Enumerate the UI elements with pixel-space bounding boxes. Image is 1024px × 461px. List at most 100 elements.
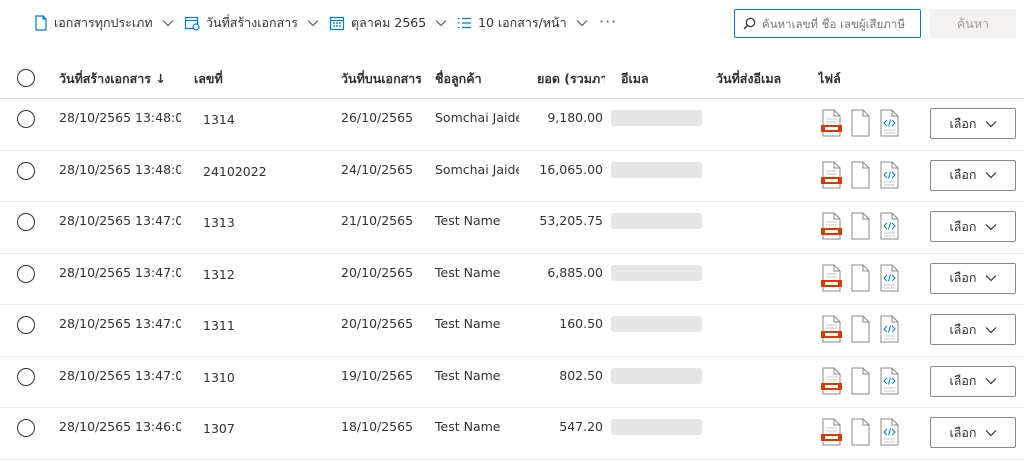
pdf-file-icon[interactable] — [820, 418, 843, 446]
chevron-down-icon — [162, 20, 174, 27]
pdf-file-icon[interactable] — [820, 161, 843, 189]
document-file-icon[interactable] — [849, 264, 872, 292]
select-action-button[interactable]: เลือก — [930, 108, 1016, 139]
select-button-label: เลือก — [949, 321, 977, 337]
cell-number: 1310 — [203, 369, 235, 385]
month-filter[interactable]: ตุลาคม 2565 — [329, 12, 447, 34]
email-placeholder — [611, 161, 702, 178]
cell-number: 1314 — [203, 112, 235, 127]
column-header-customer[interactable]: ชื่อลูกค้า — [435, 69, 482, 89]
search-button[interactable]: ค้นหา — [930, 9, 1016, 38]
document-file-icon[interactable] — [849, 212, 872, 240]
documents-table: วันที่สร้างเอกสาร ↓ เลขที่ วันที่บนเอกสา… — [0, 58, 1024, 460]
search-icon — [743, 17, 756, 30]
select-action-button[interactable]: เลือก — [930, 159, 1016, 191]
select-action-button[interactable]: เลือก — [930, 211, 1016, 242]
cell-total: 802.50 — [559, 367, 603, 383]
document-file-icon[interactable] — [849, 367, 872, 395]
select-action-button[interactable]: เลือก — [930, 262, 1016, 294]
row-select-radio[interactable] — [17, 161, 35, 180]
file-links — [820, 264, 901, 292]
chevron-down-icon — [985, 172, 996, 179]
xml-file-icon[interactable] — [878, 418, 901, 446]
document-file-icon[interactable] — [849, 315, 872, 343]
cell-total: 6,885.00 — [547, 264, 603, 280]
more-options-button[interactable]: ··· — [599, 12, 617, 31]
pdf-file-icon[interactable] — [820, 367, 843, 395]
select-button-label: เลือก — [949, 218, 977, 234]
cell-customer: Test Name — [435, 316, 501, 331]
document-file-icon[interactable] — [849, 418, 872, 446]
table-row[interactable]: 28/10/2565 13:48:01 1314 26/10/2565 Somchai… — [0, 99, 1024, 151]
pdf-file-icon[interactable] — [820, 109, 843, 137]
search-input[interactable] — [762, 16, 918, 31]
cell-doc-date: 18/10/2565 — [341, 419, 414, 434]
column-header-created[interactable]: วันที่สร้างเอกสาร ↓ — [59, 69, 166, 89]
table-row[interactable]: 28/10/2565 13:47:01 1313 21/10/2565 Test Na… — [0, 202, 1024, 254]
chevron-down-icon — [985, 326, 996, 333]
cell-created: 28/10/2565 13:46:01 — [59, 419, 181, 434]
cell-doc-date: 26/10/2565 — [341, 110, 414, 125]
table-row[interactable]: 28/10/2565 13:47:01 1310 19/10/2565 Test Na… — [0, 357, 1024, 408]
xml-file-icon[interactable] — [878, 367, 901, 395]
column-header-email[interactable]: อีเมล — [621, 69, 649, 89]
xml-file-icon[interactable] — [878, 315, 901, 343]
column-header-doc-date[interactable]: วันที่บนเอกสาร — [341, 69, 421, 89]
select-button-label: เลือก — [949, 424, 977, 440]
row-select-radio[interactable] — [17, 419, 35, 437]
chevron-down-icon — [576, 20, 588, 27]
email-placeholder — [611, 419, 702, 435]
row-select-radio[interactable] — [17, 367, 35, 386]
column-header-sent-date[interactable]: วันที่ส่งอีเมล — [716, 69, 781, 89]
chevron-down-icon — [435, 20, 447, 27]
cell-doc-date: 20/10/2565 — [341, 264, 414, 280]
cell-created: 28/10/2565 13:48:01 — [59, 110, 181, 125]
pdf-file-icon[interactable] — [820, 315, 843, 343]
table-row[interactable]: 28/10/2565 13:46:01 1307 18/10/2565 Test Na… — [0, 408, 1024, 460]
cell-customer: Test Name — [435, 419, 501, 434]
xml-file-icon[interactable] — [878, 109, 901, 137]
pdf-file-icon[interactable] — [820, 212, 843, 240]
chevron-down-icon — [985, 120, 996, 127]
email-placeholder — [611, 316, 702, 332]
table-row[interactable]: 28/10/2565 13:47:01 1311 20/10/2565 Test Na… — [0, 305, 1024, 357]
select-action-button[interactable]: เลือก — [930, 365, 1016, 397]
calendar-icon — [329, 16, 345, 31]
table-row[interactable]: 28/10/2565 13:47:01 1312 20/10/2565 Test Na… — [0, 254, 1024, 305]
cell-number: 1311 — [203, 318, 235, 333]
row-select-radio[interactable] — [17, 264, 35, 283]
doc-type-filter[interactable]: เอกสารทุกประเภท — [34, 12, 174, 34]
file-links — [820, 109, 901, 137]
cell-created: 28/10/2565 13:47:01 — [59, 213, 181, 228]
xml-file-icon[interactable] — [878, 161, 901, 189]
chevron-down-icon — [985, 429, 996, 436]
document-file-icon[interactable] — [849, 161, 872, 189]
xml-file-icon[interactable] — [878, 212, 901, 240]
date-field-filter[interactable]: วันที่สร้างเอกสาร — [184, 12, 319, 34]
select-all-radio[interactable] — [17, 69, 35, 87]
select-button-label: เลือก — [949, 270, 977, 285]
column-header-number[interactable]: เลขที่ — [194, 69, 223, 89]
row-select-radio[interactable] — [17, 110, 35, 128]
cell-created: 28/10/2565 13:48:01 — [59, 161, 181, 177]
select-action-button[interactable]: เลือก — [930, 417, 1016, 448]
column-header-total[interactable]: ยอด (รวมภาษี) — [537, 69, 605, 89]
row-select-radio[interactable] — [17, 213, 35, 231]
email-placeholder — [611, 367, 702, 384]
cell-doc-date: 20/10/2565 — [341, 316, 414, 331]
cell-doc-date: 19/10/2565 — [341, 367, 414, 383]
month-filter-label: ตุลาคม 2565 — [351, 15, 427, 30]
select-action-button[interactable]: เลือก — [930, 314, 1016, 345]
cell-total: 160.50 — [559, 316, 603, 331]
document-icon — [35, 15, 47, 31]
document-file-icon[interactable] — [849, 109, 872, 137]
column-header-files: ไฟล์ — [818, 71, 841, 86]
table-row[interactable]: 28/10/2565 13:48:01 24102022 24/10/2565 Som… — [0, 151, 1024, 202]
search-box[interactable] — [734, 9, 921, 38]
row-select-radio[interactable] — [17, 316, 35, 334]
cell-total: 53,205.75 — [539, 213, 603, 228]
email-placeholder — [611, 110, 702, 126]
pdf-file-icon[interactable] — [820, 264, 843, 292]
xml-file-icon[interactable] — [878, 264, 901, 292]
page-size-filter[interactable]: 10 เอกสาร/หน้า — [457, 12, 588, 34]
